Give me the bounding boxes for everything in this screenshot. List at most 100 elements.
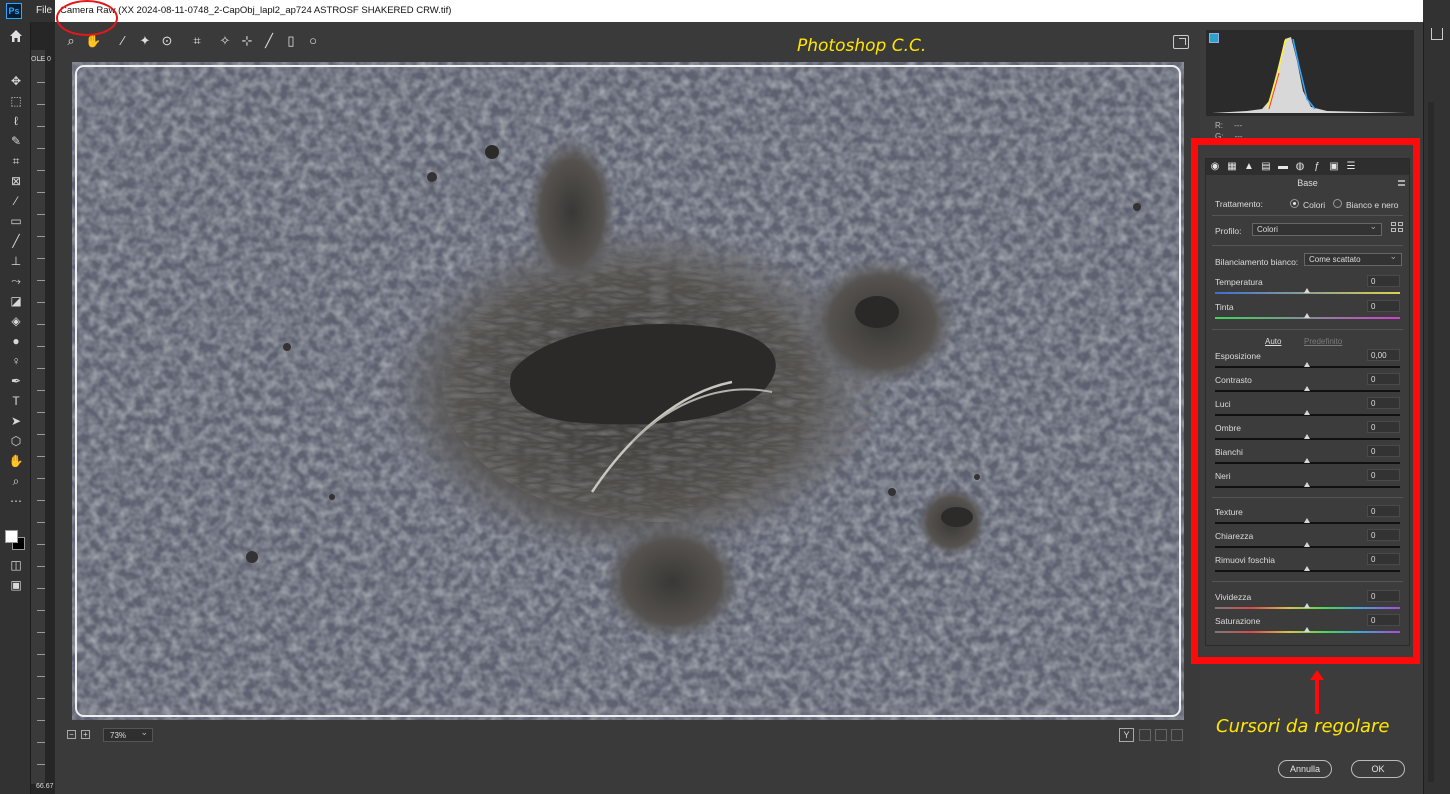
radial-filter-icon[interactable]: ○ bbox=[305, 32, 321, 50]
slider-thumb[interactable] bbox=[1304, 566, 1310, 571]
tab-tone-curve-icon[interactable]: ▦ bbox=[1226, 161, 1238, 173]
slider-thumb[interactable] bbox=[1304, 627, 1310, 632]
scrollbar[interactable] bbox=[1428, 102, 1434, 782]
tab-calibration-icon[interactable]: ▣ bbox=[1328, 161, 1340, 173]
slider-thumb[interactable] bbox=[1304, 362, 1310, 367]
shadow-clipping-icon[interactable] bbox=[1209, 33, 1219, 43]
gradient-tool-icon[interactable]: ◈ bbox=[8, 314, 24, 328]
history-brush-icon[interactable]: ⤳ bbox=[8, 274, 24, 288]
document-tab[interactable]: OLE 0 bbox=[31, 56, 55, 66]
type-tool-icon[interactable]: T bbox=[8, 394, 24, 408]
zoom-out-button[interactable]: − bbox=[67, 730, 76, 739]
white-balance-select[interactable]: Come scattato bbox=[1304, 251, 1402, 266]
crop-tool-icon[interactable]: ⌗ bbox=[8, 154, 24, 168]
slider-value-input[interactable]: 0 bbox=[1367, 421, 1400, 433]
image-preview[interactable] bbox=[72, 62, 1184, 720]
marquee-tool-icon[interactable]: ⬚ bbox=[8, 94, 24, 108]
slider-thumb[interactable] bbox=[1304, 313, 1310, 318]
ok-button[interactable]: OK bbox=[1351, 760, 1405, 778]
slider-value-input[interactable]: 0 bbox=[1367, 505, 1400, 517]
eyedropper-tool-icon[interactable]: ⁄ bbox=[8, 194, 24, 208]
lasso-tool-icon[interactable]: ℓ bbox=[8, 114, 24, 128]
tab-hsl-icon[interactable]: ▤ bbox=[1260, 161, 1272, 173]
menu-file[interactable]: File bbox=[36, 5, 52, 16]
healing-brush-icon[interactable]: ▭ bbox=[8, 214, 24, 228]
crop-icon[interactable]: ⌗ bbox=[189, 32, 205, 50]
tab-detail-icon[interactable]: ▲ bbox=[1243, 161, 1255, 173]
slider-value-input[interactable]: 0,00 bbox=[1367, 349, 1400, 361]
slider-thumb[interactable] bbox=[1304, 518, 1310, 523]
zoom-icon[interactable]: ⌕ bbox=[63, 32, 79, 50]
profile-browser-icon[interactable] bbox=[1391, 222, 1405, 234]
slider-value-input[interactable]: 0 bbox=[1367, 590, 1400, 602]
shape-tool-icon[interactable]: ⬡ bbox=[8, 434, 24, 448]
quick-mask-icon[interactable]: ◫ bbox=[8, 558, 24, 572]
before-after-toggle[interactable]: Y bbox=[1119, 728, 1134, 742]
profile-select[interactable]: Colori bbox=[1252, 221, 1382, 236]
graduated-filter-icon[interactable]: ▯ bbox=[283, 32, 299, 50]
move-tool-icon[interactable]: ✥ bbox=[8, 74, 24, 88]
slider-thumb[interactable] bbox=[1304, 603, 1310, 608]
default-link[interactable]: Predefinito bbox=[1304, 337, 1342, 346]
slider-thumb[interactable] bbox=[1304, 434, 1310, 439]
slider-thumb[interactable] bbox=[1304, 542, 1310, 547]
ruler-tick bbox=[37, 456, 45, 457]
full-screen-icon[interactable] bbox=[1173, 35, 1189, 49]
panel-menu-icon[interactable] bbox=[1398, 180, 1405, 186]
slider-label: Temperatura bbox=[1215, 277, 1263, 287]
slider-value-input[interactable]: 0 bbox=[1367, 300, 1400, 312]
tab-presets-icon[interactable]: ☰ bbox=[1345, 161, 1357, 173]
white-balance-icon[interactable]: ⁄ bbox=[115, 32, 131, 50]
copy-settings-icon[interactable] bbox=[1155, 729, 1167, 741]
slider-value-input[interactable]: 0 bbox=[1367, 553, 1400, 565]
quick-select-icon[interactable]: ✎ bbox=[8, 134, 24, 148]
foreground-color-swatch[interactable] bbox=[5, 530, 18, 543]
tab-effects-icon[interactable]: ƒ bbox=[1311, 161, 1323, 173]
stamp-tool-icon[interactable]: ⊥ bbox=[8, 254, 24, 268]
ruler-tick bbox=[37, 258, 45, 259]
path-select-icon[interactable]: ➤ bbox=[8, 414, 24, 428]
adjustment-brush-icon[interactable]: ╱ bbox=[261, 32, 277, 50]
slider-value-input[interactable]: 0 bbox=[1367, 529, 1400, 541]
zoom-tool-icon[interactable]: ⌕ bbox=[8, 474, 24, 488]
pen-tool-icon[interactable]: ✒ bbox=[8, 374, 24, 388]
slider-thumb[interactable] bbox=[1304, 410, 1310, 415]
treatment-bw-radio[interactable] bbox=[1333, 199, 1342, 208]
zoom-in-button[interactable]: + bbox=[81, 730, 90, 739]
treatment-color-radio[interactable] bbox=[1290, 199, 1299, 208]
slider-value-input[interactable]: 0 bbox=[1367, 275, 1400, 287]
slider-value-input[interactable]: 0 bbox=[1367, 397, 1400, 409]
targeted-adjust-icon[interactable]: ⊙ bbox=[159, 32, 175, 50]
slider-thumb[interactable] bbox=[1304, 482, 1310, 487]
screen-mode-icon[interactable]: ▣ bbox=[8, 578, 24, 592]
tab-basic-icon[interactable]: ◉ bbox=[1209, 161, 1221, 173]
color-sampler-icon[interactable]: ✦ bbox=[137, 32, 153, 50]
hand-tool-icon[interactable]: ✋ bbox=[8, 454, 24, 468]
slider-thumb[interactable] bbox=[1304, 288, 1310, 293]
slider-value-input[interactable]: 0 bbox=[1367, 469, 1400, 481]
brush-tool-icon[interactable]: ╱ bbox=[8, 234, 24, 248]
home-icon[interactable] bbox=[8, 28, 24, 44]
slider-thumb[interactable] bbox=[1304, 458, 1310, 463]
preview-prefs-icon[interactable] bbox=[1171, 729, 1183, 741]
eraser-tool-icon[interactable]: ◪ bbox=[8, 294, 24, 308]
slider-value-input[interactable]: 0 bbox=[1367, 373, 1400, 385]
slider-ombre: Ombre 0 bbox=[1206, 421, 1409, 445]
dodge-tool-icon[interactable]: ♀ bbox=[8, 354, 24, 368]
tab-lens-icon[interactable]: ◍ bbox=[1294, 161, 1306, 173]
blur-tool-icon[interactable]: ● bbox=[8, 334, 24, 348]
zoom-level-select[interactable]: 73% bbox=[103, 727, 153, 742]
auto-link[interactable]: Auto bbox=[1265, 337, 1281, 346]
hand-icon[interactable]: ✋ bbox=[85, 32, 101, 50]
slider-value-input[interactable]: 0 bbox=[1367, 614, 1400, 626]
red-eye-icon[interactable]: ⊹ bbox=[239, 32, 255, 50]
slider-value-input[interactable]: 0 bbox=[1367, 445, 1400, 457]
frame-tool-icon[interactable]: ⊠ bbox=[8, 174, 24, 188]
share-icon[interactable] bbox=[1431, 28, 1443, 40]
cancel-button[interactable]: Annulla bbox=[1278, 760, 1332, 778]
slider-thumb[interactable] bbox=[1304, 386, 1310, 391]
more-tools-icon[interactable]: ⋯ bbox=[8, 494, 24, 508]
spot-removal-icon[interactable]: ✧ bbox=[217, 32, 233, 50]
tab-split-toning-icon[interactable]: ▬ bbox=[1277, 161, 1289, 173]
swap-view-icon[interactable] bbox=[1139, 729, 1151, 741]
